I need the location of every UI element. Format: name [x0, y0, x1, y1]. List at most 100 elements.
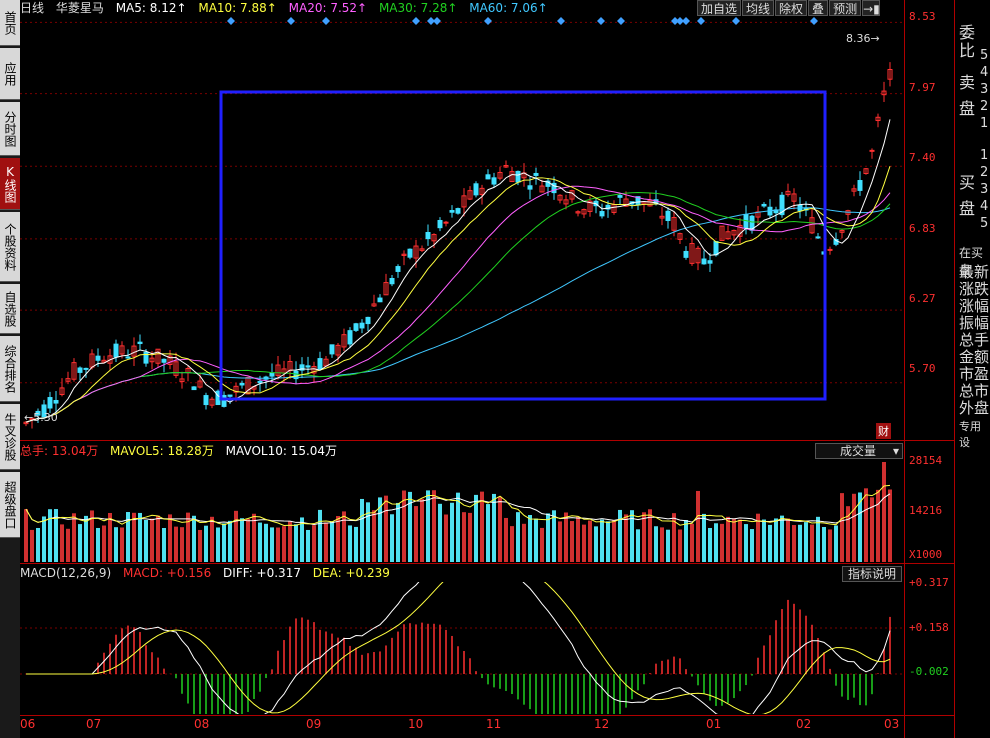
volume-bar	[498, 496, 502, 562]
candle-body	[449, 210, 455, 213]
volume-bar	[366, 502, 370, 562]
macd-tick: +0.317	[909, 576, 949, 589]
left-tab-strip: 首页 应用 分时图 K线图 个股资料 自选股 综合排名 牛叉诊股 超级盘口	[0, 0, 20, 738]
x-tick-label: 02	[796, 717, 812, 731]
ma30-line	[25, 192, 891, 423]
custom-footer[interactable]: 专用设	[959, 418, 990, 450]
period-label: 日线	[20, 1, 45, 15]
price-axis: 8.53 7.97 7.40 6.83 6.27 5.70 28154 14216 X1000 +…	[904, 0, 954, 738]
volume-bar	[30, 529, 34, 562]
candle-body	[113, 343, 119, 358]
volume-bar	[480, 491, 484, 562]
forecast-button[interactable]: 预测	[829, 0, 862, 16]
candle-body	[347, 330, 353, 345]
volume-bar	[444, 514, 448, 562]
macd-header: MACD(12,26,9) MACD: +0.156 DIFF: +0.317 …	[20, 566, 398, 580]
left-tab-7[interactable]: 牛叉诊股	[0, 404, 20, 470]
left-tab-3[interactable]: K线图	[0, 158, 20, 210]
event-marker-icon	[484, 17, 492, 25]
volume-bar	[468, 512, 472, 562]
add-watchlist-button[interactable]: 加自选	[697, 0, 742, 16]
x-tick-label: 01	[706, 717, 722, 731]
volume-bar	[390, 514, 394, 562]
stat-label: 外盘	[959, 399, 990, 417]
volume-bar	[180, 527, 184, 562]
volume-bar	[192, 515, 196, 562]
candle-body	[617, 195, 623, 198]
volume-bar	[690, 523, 694, 562]
volume-bar	[114, 527, 118, 562]
volume-bar	[720, 523, 724, 562]
candle-body	[443, 221, 449, 224]
volume-bar	[786, 518, 790, 562]
ma-line-button[interactable]: 均线	[742, 0, 775, 16]
indicator-help-button[interactable]: 指标说明	[842, 566, 902, 582]
candle-body	[857, 180, 863, 191]
volume-bar	[672, 513, 676, 562]
price-tick: 8.53	[909, 10, 936, 23]
volume-bar	[612, 520, 616, 562]
volume-bar	[540, 527, 544, 562]
volume-bar	[696, 490, 700, 562]
left-tab-0[interactable]: 首页	[0, 0, 20, 46]
left-tab-8[interactable]: 超级盘口	[0, 472, 20, 538]
volume-bar	[546, 513, 550, 562]
volume-bar	[654, 526, 658, 562]
volume-bar	[66, 528, 70, 562]
macd-chart[interactable]	[20, 582, 904, 714]
x-tick-label: 03	[884, 717, 900, 731]
x-tick-label: 07	[86, 717, 102, 731]
volume-bar	[204, 525, 208, 562]
candle-body	[227, 394, 233, 397]
candlestick-chart[interactable]: 8.36→ ←5.30	[20, 16, 904, 440]
volume-bar	[372, 510, 376, 562]
candle-body	[353, 323, 359, 331]
candle-body	[239, 382, 245, 386]
ex-rights-button[interactable]: 除权	[775, 0, 808, 16]
x-tick-label: 09	[306, 717, 322, 731]
volume-bar	[282, 526, 286, 562]
x-tick-label: 08	[194, 717, 210, 731]
candle-body	[701, 258, 707, 265]
volume-bar	[42, 516, 46, 562]
volume-header: 总手: 13.04万 MAVOL5: 18.28万 MAVOL10: 15.04…	[20, 442, 345, 459]
volume-chart[interactable]	[20, 458, 904, 562]
high-price-label: 8.36→	[846, 32, 880, 45]
candle-body	[203, 395, 209, 406]
candle-body	[191, 386, 197, 391]
volume-bar	[438, 503, 442, 562]
candle-body	[161, 358, 167, 363]
candle-body	[359, 322, 365, 329]
overlay-button[interactable]: 叠	[808, 0, 829, 16]
candle-body	[665, 210, 671, 222]
exit-icon[interactable]: →▮	[862, 0, 881, 16]
volume-bar	[396, 502, 400, 562]
volume-bar	[570, 521, 574, 562]
left-tab-1[interactable]: 应用	[0, 48, 20, 100]
volume-bar	[834, 525, 838, 562]
volume-bar	[156, 515, 160, 562]
volume-bar	[534, 518, 538, 562]
candle-body	[533, 172, 539, 176]
volume-bar	[240, 518, 244, 562]
left-tab-5[interactable]: 自选股	[0, 284, 20, 334]
finance-tag[interactable]: 财	[876, 423, 891, 439]
volume-bar	[768, 524, 772, 562]
volume-bar	[702, 513, 706, 562]
left-tab-6[interactable]: 综合排名	[0, 336, 20, 402]
volume-bar	[876, 489, 880, 562]
ma5-value: MA5: 8.12↑	[115, 1, 187, 15]
volume-indicator-dropdown[interactable]: 成交量 ▾	[815, 443, 903, 459]
buy-level: 5	[980, 216, 989, 231]
volume-bar	[732, 518, 736, 562]
left-tab-4[interactable]: 个股资料	[0, 212, 20, 282]
volume-bar	[528, 515, 532, 562]
candle-body	[527, 185, 533, 190]
ma20-value: MA20: 7.52↑	[288, 1, 368, 15]
volume-bar	[324, 522, 328, 562]
volume-bar	[96, 527, 100, 562]
volume-bar	[666, 529, 670, 562]
left-tab-2[interactable]: 分时图	[0, 102, 20, 156]
volume-bar	[198, 529, 202, 562]
candle-body	[77, 367, 83, 373]
